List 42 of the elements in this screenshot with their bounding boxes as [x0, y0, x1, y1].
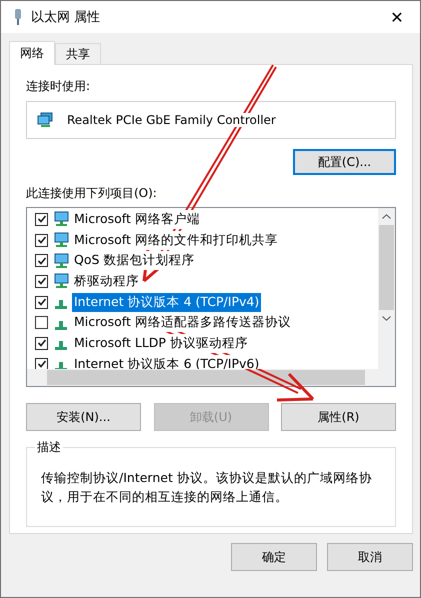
network-adapter-icon: [13, 8, 23, 26]
dialog-button[interactable]: 确定: [231, 543, 317, 571]
item-button[interactable]: 安装(N)...: [26, 403, 141, 431]
checkbox[interactable]: [35, 254, 48, 268]
list-item[interactable]: Microsoft 网络的文件和打印机共享: [72, 230, 280, 250]
dialog-button[interactable]: 取消: [327, 543, 413, 571]
checkbox[interactable]: [35, 234, 48, 247]
list-item[interactable]: Microsoft 网络客户端: [72, 210, 202, 229]
adapter-field: Realtek PCIe GbE Family Controller: [26, 101, 396, 139]
network-computer-icon: [53, 211, 69, 228]
checkbox[interactable]: [35, 296, 48, 309]
checkbox[interactable]: [35, 274, 48, 288]
list-item[interactable]: QoS 数据包计划程序: [72, 251, 196, 270]
tab[interactable]: 共享: [55, 43, 101, 64]
items-label: 此连接使用下列项目(O):: [26, 185, 158, 202]
checkbox[interactable]: [35, 358, 48, 369]
description-title: 描述: [36, 439, 62, 456]
window-title: 以太网 属性: [31, 9, 100, 26]
network-computer-icon: [37, 112, 53, 128]
protocol-icon: [55, 362, 67, 369]
configure-button[interactable]: 配置(C)...: [293, 149, 396, 175]
scroll-down-icon[interactable]: [382, 316, 391, 321]
vertical-scrollbar[interactable]: [378, 208, 395, 369]
description-text: 传输控制协议/Internet 协议。该协议是默认的广域网络协议，用于在不同的相互连接的网络上通信。: [41, 469, 373, 506]
horizontal-scrollbar[interactable]: [27, 369, 395, 386]
item-button[interactable]: 属性(R): [281, 403, 396, 431]
network-computer-icon: [53, 273, 69, 290]
connect-using-label: 连接时使用:: [26, 78, 92, 95]
list-item[interactable]: Microsoft 网络适配器多路传送器协议: [72, 313, 293, 332]
checkbox[interactable]: [35, 316, 48, 330]
network-computer-icon: [53, 252, 69, 269]
list-item[interactable]: Internet 协议版本 4 (TCP/IPv4): [72, 292, 262, 312]
protocol-icon: [55, 320, 67, 330]
protocol-icon: [55, 341, 67, 350]
list-item[interactable]: Microsoft LLDP 协议驱动程序: [72, 334, 250, 353]
network-computer-icon: [53, 232, 69, 248]
protocol-icon: [55, 300, 67, 310]
close-button[interactable]: ✕: [374, 1, 420, 33]
checkbox[interactable]: [35, 336, 48, 350]
scroll-up-icon[interactable]: [382, 214, 391, 219]
tab[interactable]: 网络: [9, 41, 55, 65]
checkbox[interactable]: [35, 212, 48, 226]
